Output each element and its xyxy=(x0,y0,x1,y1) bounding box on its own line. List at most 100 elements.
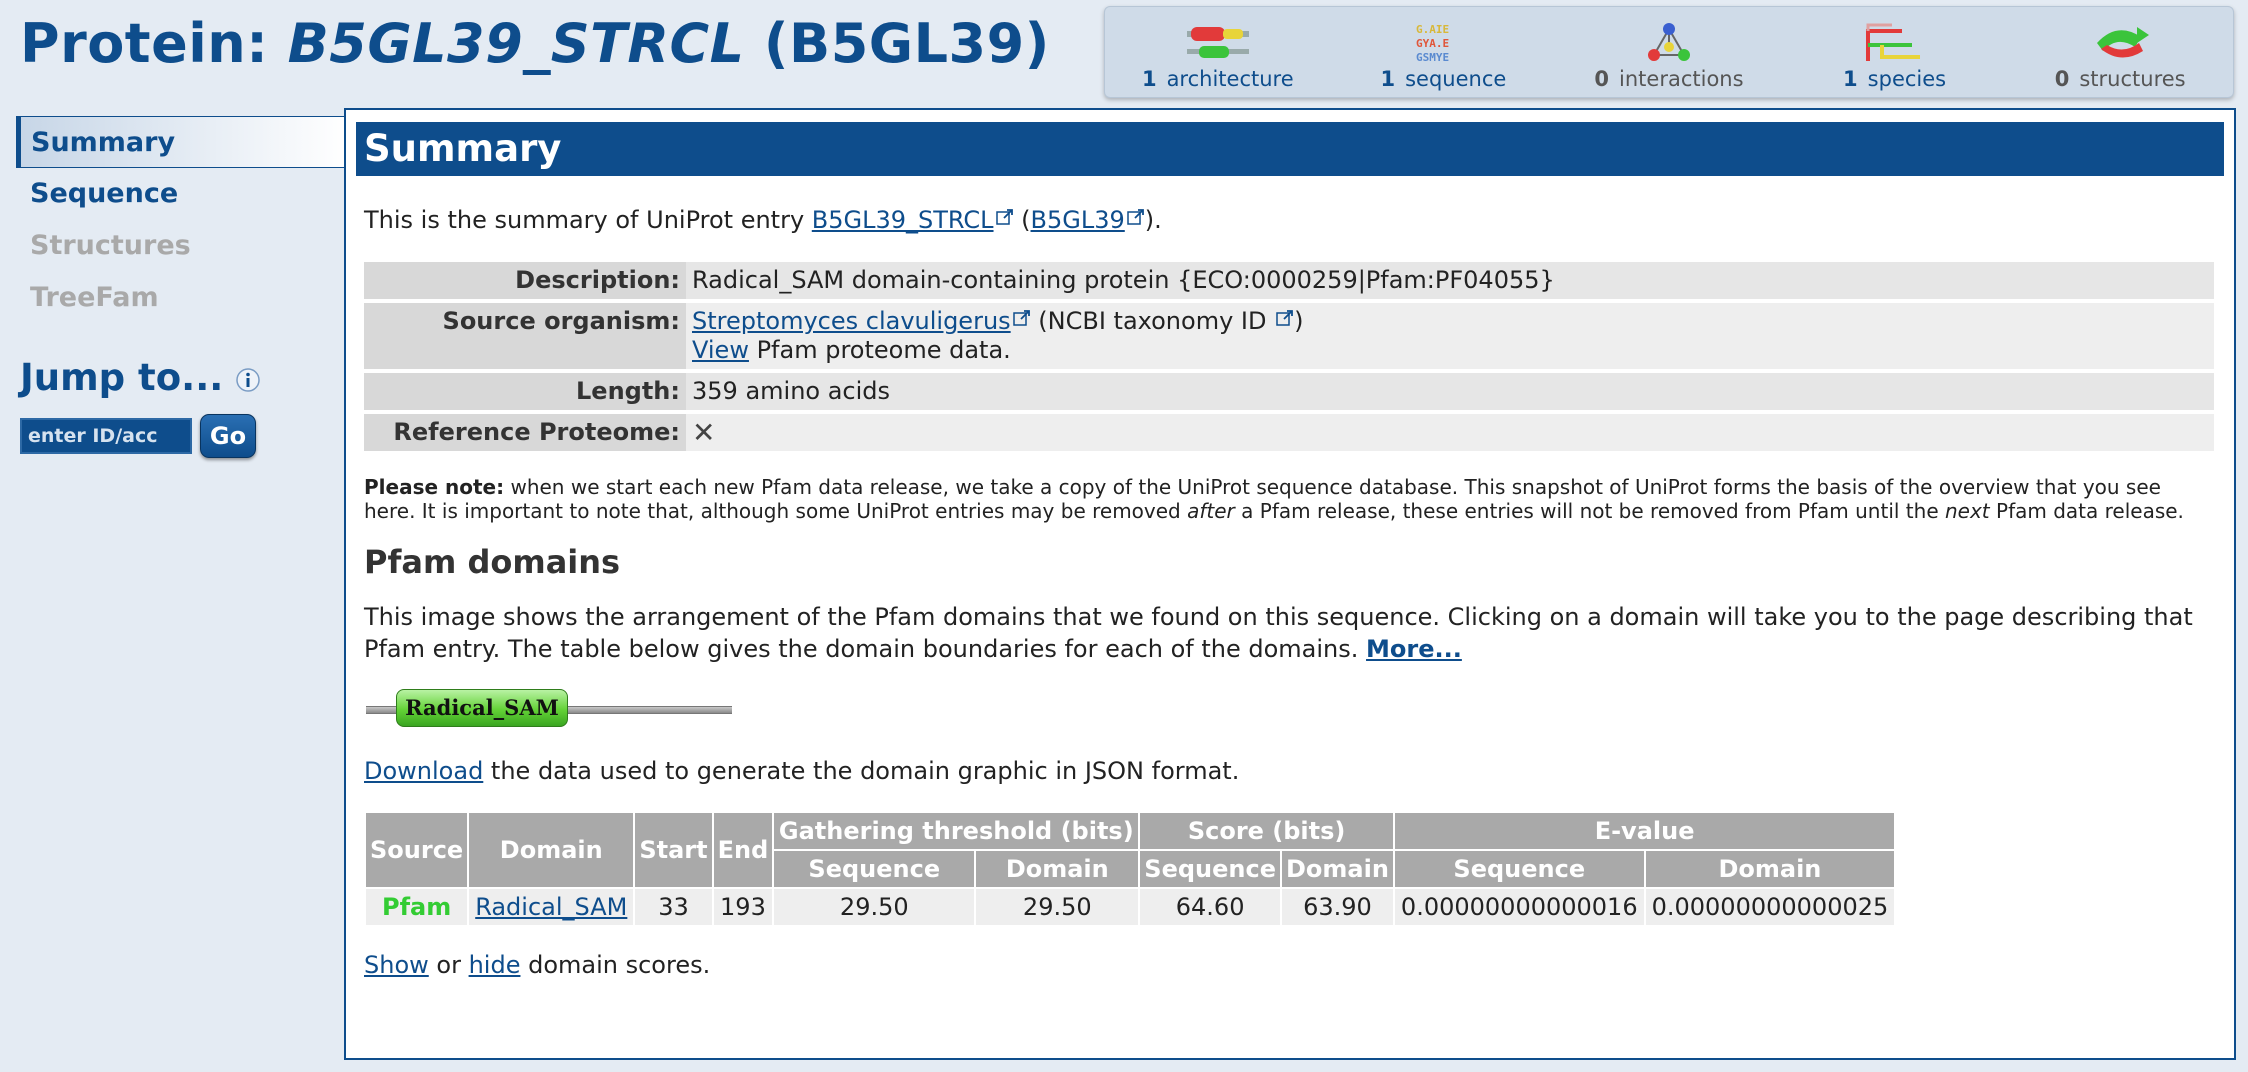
note-text: Pfam data release. xyxy=(1989,499,2184,523)
domain-table: Source Domain Start End Gathering thresh… xyxy=(363,811,1897,927)
go-button[interactable]: Go xyxy=(200,414,256,458)
show-hide-scores: Show or hide domain scores. xyxy=(364,951,2214,979)
organism-value: Streptomyces clavuligerus (NCBI taxonomy… xyxy=(686,301,2214,373)
table-row: Description: Radical_SAM domain-containi… xyxy=(364,262,2214,303)
sidebar-item-sequence[interactable]: Sequence xyxy=(0,168,346,220)
species-label: species xyxy=(1867,67,1947,91)
row-score-sequence: 64.60 xyxy=(1138,887,1282,927)
title-accession: (B5GL39) xyxy=(763,12,1050,75)
col-end: End xyxy=(711,811,775,889)
row-source: Pfam xyxy=(363,887,470,927)
sidebar-item-summary[interactable]: Summary xyxy=(16,116,346,168)
description-label: Description: xyxy=(364,262,686,303)
title-prefix: Protein: xyxy=(20,12,288,75)
organism-taxid: (NCBI taxonomy ID xyxy=(1030,307,1275,335)
view-proteome-suffix: Pfam proteome data. xyxy=(748,336,1011,364)
icon-bar-species[interactable]: 1 species xyxy=(1782,7,2008,97)
row-start: 33 xyxy=(633,887,714,927)
sidebar-item-structures: Structures xyxy=(30,230,191,261)
organism-label: Source organism: xyxy=(364,301,686,373)
col-start: Start xyxy=(633,811,714,889)
download-line: Download the data used to generate the d… xyxy=(364,757,2214,785)
note-after: after xyxy=(1187,499,1235,523)
icon-bar-interactions: 0 interactions xyxy=(1556,7,1782,97)
architecture-count: 1 xyxy=(1141,67,1157,91)
svg-text:GSMYE: GSMYE xyxy=(1416,51,1449,64)
sequence-label: sequence xyxy=(1405,67,1507,91)
sequence-icon: G.AIE GYA.E GSMYE xyxy=(1416,23,1449,64)
col-domain: Domain xyxy=(467,811,636,889)
info-icon[interactable] xyxy=(236,368,260,392)
domain-table-header-row: Source Domain Start End Gathering thresh… xyxy=(363,811,1897,889)
external-link-icon xyxy=(1127,209,1144,225)
summary-content: This is the summary of UniProt entry B5G… xyxy=(363,206,2214,979)
structures-label: structures xyxy=(2079,67,2186,91)
table-row: Length: 359 amino acids xyxy=(364,371,2214,414)
table-row: Reference Proteome: ✕ xyxy=(364,412,2214,455)
external-link-icon xyxy=(995,209,1013,225)
row-gathering-domain: 29.50 xyxy=(974,887,1141,927)
intro-suffix: ). xyxy=(1144,206,1162,234)
external-link-icon xyxy=(1012,310,1030,326)
col-source: Source xyxy=(363,811,470,889)
col-evalue-domain: Domain xyxy=(1643,849,1897,889)
intro-prefix: This is the summary of UniProt entry xyxy=(364,206,812,234)
hide-scores-link[interactable]: hide xyxy=(469,951,521,979)
icon-bar: 1 architecture G.AIE GYA.E GSMYE 1 sequenc… xyxy=(1104,6,2234,98)
col-evalue-sequence: Sequence xyxy=(1392,849,1646,889)
species-icon xyxy=(1865,23,1920,61)
row-evalue-sequence: 0.00000000000016 xyxy=(1392,887,1646,927)
structures-count: 0 xyxy=(2054,67,2070,91)
description-value: Radical_SAM domain-containing protein {E… xyxy=(686,262,2214,303)
more-link[interactable]: More... xyxy=(1366,635,1462,663)
main-panel: Summary This is the summary of UniProt e… xyxy=(344,108,2236,1060)
sidebar: Summary Sequence Structures TreeFam xyxy=(0,116,346,324)
reference-proteome-label: Reference Proteome: xyxy=(364,412,686,455)
col-gathering-sequence: Sequence xyxy=(772,849,977,889)
scores-suffix: domain scores. xyxy=(520,951,711,979)
col-evalue: E-value xyxy=(1392,811,1897,851)
table-row: Pfam Radical_SAM 33 193 29.50 29.50 64.6… xyxy=(363,887,1897,927)
show-scores-link[interactable]: Show xyxy=(364,951,429,979)
radical-sam-link[interactable]: Radical_SAM xyxy=(475,893,627,921)
interactions-icon xyxy=(1647,23,1690,61)
please-note: Please note: when we start each new Pfam… xyxy=(364,475,2214,523)
summary-table: Description: Radical_SAM domain-containi… xyxy=(364,262,2214,455)
row-end: 193 xyxy=(711,887,775,927)
jump-to-title: Jump to... xyxy=(20,356,224,399)
row-gathering-sequence: 29.50 xyxy=(772,887,977,927)
note-next: next xyxy=(1944,499,1990,523)
page-title: Protein: B5GL39_STRCL (B5GL39) xyxy=(20,12,1050,75)
uniprot-acc-link[interactable]: B5GL39 xyxy=(1031,206,1125,234)
jump-to-input[interactable] xyxy=(20,418,192,454)
interactions-count: 0 xyxy=(1594,67,1610,91)
length-label: Length: xyxy=(364,371,686,414)
svg-text:G.AIE: G.AIE xyxy=(1416,23,1449,36)
pfam-description-text: This image shows the arrangement of the … xyxy=(364,603,2193,663)
or-text: or xyxy=(428,951,469,979)
title-entry-id: B5GL39_STRCL xyxy=(287,12,745,75)
row-score-domain: 63.90 xyxy=(1279,887,1395,927)
note-text: a Pfam release, these entries will not b… xyxy=(1234,499,1945,523)
organism-link[interactable]: Streptomyces clavuligerus xyxy=(692,307,1011,335)
col-score-sequence: Sequence xyxy=(1138,849,1282,889)
view-proteome-link[interactable]: View xyxy=(692,336,749,364)
taxonomy-external-link-icon[interactable] xyxy=(1276,309,1294,327)
icon-bar-sequence[interactable]: G.AIE GYA.E GSMYE 1 sequence xyxy=(1331,7,1557,97)
structures-icon xyxy=(2097,27,2150,58)
sidebar-item-treefam: TreeFam xyxy=(30,282,159,313)
row-evalue-domain: 0.00000000000025 xyxy=(1643,887,1897,927)
col-gathering-domain: Domain xyxy=(974,849,1141,889)
note-label: Please note: xyxy=(364,475,505,499)
download-link[interactable]: Download xyxy=(364,757,483,785)
uniprot-entry-link[interactable]: B5GL39_STRCL xyxy=(812,206,994,234)
species-count: 1 xyxy=(1843,67,1858,91)
col-score-domain: Domain xyxy=(1279,849,1395,889)
radical-sam-domain-graphic[interactable]: Radical_SAM xyxy=(396,689,568,727)
pfam-domains-title: Pfam domains xyxy=(364,543,621,581)
svg-text:GYA.E: GYA.E xyxy=(1416,37,1449,50)
col-score: Score (bits) xyxy=(1138,811,1395,851)
reference-proteome-value: ✕ xyxy=(686,412,2214,455)
icon-bar-architecture[interactable]: 1 architecture xyxy=(1105,7,1331,97)
interactions-label: interactions xyxy=(1619,67,1744,91)
